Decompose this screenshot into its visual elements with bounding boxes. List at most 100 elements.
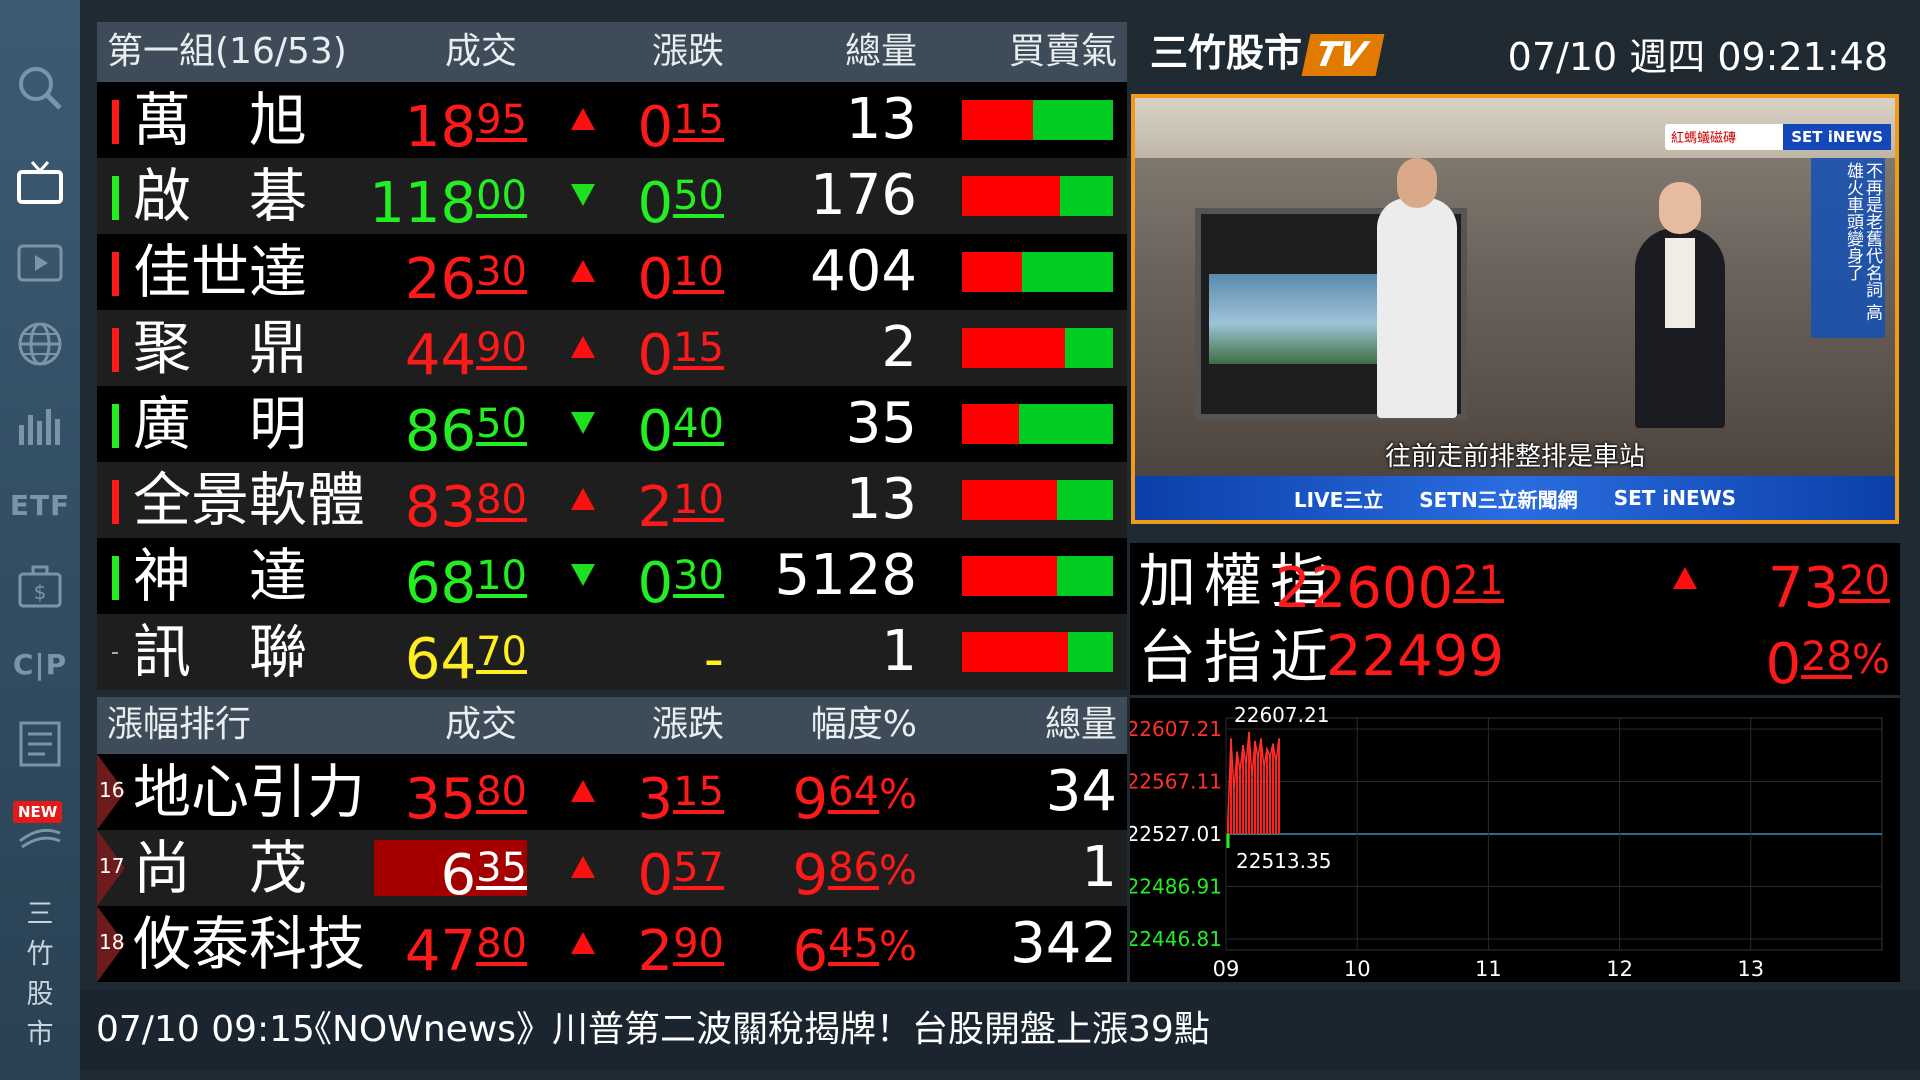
stock-volume: 34 xyxy=(1045,759,1117,824)
watchlist-row[interactable]: 廣 明 8650 040 35 xyxy=(97,386,1127,464)
ranking-title[interactable]: 漲幅排行 xyxy=(107,705,251,745)
index-change: 028% xyxy=(1765,619,1890,703)
price-int: 44 xyxy=(404,323,477,388)
price-dec: 10 xyxy=(476,553,527,599)
pct-sign: % xyxy=(878,848,917,894)
buy-sell-sentiment-bar xyxy=(962,404,1113,444)
col-sentiment-header: 買賣氣 xyxy=(1008,31,1117,72)
live-video-player[interactable]: 紅螞蟻磁磚 SET iNEWS 不再是老舊代名詞 高雄火車頭變身了 往前走前排整… xyxy=(1131,94,1899,524)
watchlist-group-title[interactable]: 第一組(16/53) xyxy=(107,32,347,72)
stock-price: 11800 xyxy=(369,158,527,242)
watchlist-panel: 第一組(16/53) 成交 漲跌 總量 買賣氣 萬 旭 1895 015 13 啟 碁1… xyxy=(97,22,1127,692)
watchlist-row[interactable]: 啟 碁 11800 050 176 xyxy=(97,158,1127,236)
price-dec: 80 xyxy=(476,921,527,967)
ranking-row[interactable]: 16 地心引力 3580 315 964% 34 xyxy=(97,754,1127,832)
sell-portion xyxy=(962,404,1020,444)
stock-change: - xyxy=(704,614,724,698)
rank-badge: 16 xyxy=(97,754,125,830)
chart-bars-icon[interactable] xyxy=(0,400,80,450)
buy-portion xyxy=(1057,480,1113,520)
change-int: 0 xyxy=(637,399,674,464)
buy-sell-sentiment-bar xyxy=(962,176,1113,216)
etf-nav-item[interactable]: ETF xyxy=(0,485,80,525)
index-name: 台指近 xyxy=(1138,623,1337,691)
stock-change: 050 xyxy=(637,158,724,242)
pct-dec: 64 xyxy=(828,769,879,815)
stock-price: 8650 xyxy=(405,386,527,470)
price-int: 86 xyxy=(404,399,477,464)
stock-price: 3580 xyxy=(405,754,527,838)
watchlist-row[interactable]: 聚 鼎 4490 015 2 xyxy=(97,310,1127,388)
sell-portion xyxy=(962,556,1058,596)
stock-volume: 1 xyxy=(1081,835,1117,900)
index-change-int: 0 xyxy=(1765,632,1802,697)
ticker-headline[interactable]: 《NOWnews》川普第二波關稅揭牌！台股開盤上漲39點 xyxy=(296,990,1210,1070)
stock-name: 佳世達 xyxy=(133,238,308,306)
search-icon[interactable] xyxy=(0,62,80,114)
sidebar: ETF $ C|P NEW 三 竹 股 市 xyxy=(0,0,80,1080)
sell-portion xyxy=(962,328,1065,368)
chart-x-tick-label: 13 xyxy=(1737,957,1764,981)
price-int: 26 xyxy=(404,247,477,312)
globe-icon[interactable] xyxy=(0,318,80,370)
cp-nav-item[interactable]: C|P xyxy=(0,644,80,684)
news-ticker[interactable]: 07/10 09:15 《NOWnews》川普第二波關稅揭牌！台股開盤上漲39點 xyxy=(80,990,1920,1070)
change-int: - xyxy=(703,627,724,692)
rank-number: 17 xyxy=(99,854,125,878)
svg-text:$: $ xyxy=(34,580,47,604)
index-row-taiex[interactable]: 加權指 2260021 7320 xyxy=(1130,543,1900,621)
buy-portion xyxy=(1022,252,1113,292)
briefcase-dollar-icon[interactable]: $ xyxy=(0,560,80,614)
chart-x-tick-label: 10 xyxy=(1344,957,1371,981)
price-indicator xyxy=(112,556,119,600)
change-int: 0 xyxy=(637,843,674,908)
buy-sell-sentiment-bar xyxy=(962,632,1113,672)
change-int: 0 xyxy=(637,247,674,312)
up-arrow-icon xyxy=(571,932,595,954)
rank-col-change-header: 漲跌 xyxy=(651,704,724,745)
index-intraday-chart[interactable]: 22607.21 22567.11 22527.01 22486.91 22446.81… xyxy=(1127,698,1900,982)
watchlist-header: 第一組(16/53) 成交 漲跌 總量 買賣氣 xyxy=(97,22,1127,82)
col-change-header: 漲跌 xyxy=(651,31,724,72)
new-feature-icon[interactable] xyxy=(0,820,80,850)
pct-sign: % xyxy=(878,772,917,818)
price-dec: 95 xyxy=(476,97,527,143)
stock-change: 057 xyxy=(637,830,724,914)
document-icon[interactable] xyxy=(0,718,80,770)
stock-name: 啟 碁 xyxy=(133,162,308,230)
price-indicator xyxy=(112,176,119,220)
video-top-logo: 紅螞蟻磁磚 SET iNEWS xyxy=(1665,124,1891,150)
change-dec: 57 xyxy=(673,845,724,891)
stock-name: 全景軟體 xyxy=(133,466,366,534)
watchlist-row[interactable]: 全景軟體 8380 210 13 xyxy=(97,462,1127,540)
watchlist-row[interactable]: 佳世達 2630 010 404 xyxy=(97,234,1127,312)
index-value: 2260021 xyxy=(1275,543,1504,627)
index-row-futures[interactable]: 台指近 22499 028% xyxy=(1130,619,1900,697)
watchlist-row[interactable]: 訊 聯 6470 - 1 xyxy=(97,614,1127,692)
change-int: 0 xyxy=(637,323,674,388)
price-indicator xyxy=(112,404,119,448)
rank-number: 16 xyxy=(99,778,125,802)
buy-portion xyxy=(1032,100,1113,140)
pct-dec: 86 xyxy=(828,845,879,891)
stock-volume: 35 xyxy=(845,391,917,456)
ranking-header: 漲幅排行 成交 漲跌 幅度% 總量 xyxy=(97,697,1127,754)
watchlist-row[interactable]: 萬 旭 1895 015 13 xyxy=(97,82,1127,160)
video-setn-label: SETN三立新聞網 xyxy=(1419,487,1578,512)
down-arrow-icon xyxy=(571,564,595,586)
stock-name: 攸泰科技 xyxy=(133,910,366,978)
play-icon[interactable] xyxy=(0,240,80,290)
down-arrow-icon xyxy=(571,412,595,434)
vertical-title-char: 股 xyxy=(26,979,54,1010)
stock-name: 神 達 xyxy=(133,542,308,610)
price-dec: 90 xyxy=(476,325,527,371)
stock-volume: 5128 xyxy=(774,543,917,608)
ranking-row[interactable]: 18 攸泰科技 4780 290 645% 342 xyxy=(97,906,1127,984)
tv-icon[interactable] xyxy=(0,158,80,208)
price-dec: 35 xyxy=(476,845,527,891)
rank-col-pct-header: 幅度% xyxy=(810,704,917,745)
ranking-row[interactable]: 17 尚 茂 635 057 986% 1 xyxy=(97,830,1127,908)
watchlist-row[interactable]: 神 達 6810 030 5128 xyxy=(97,538,1127,616)
sell-portion xyxy=(962,632,1068,672)
stock-change: 210 xyxy=(637,462,724,546)
